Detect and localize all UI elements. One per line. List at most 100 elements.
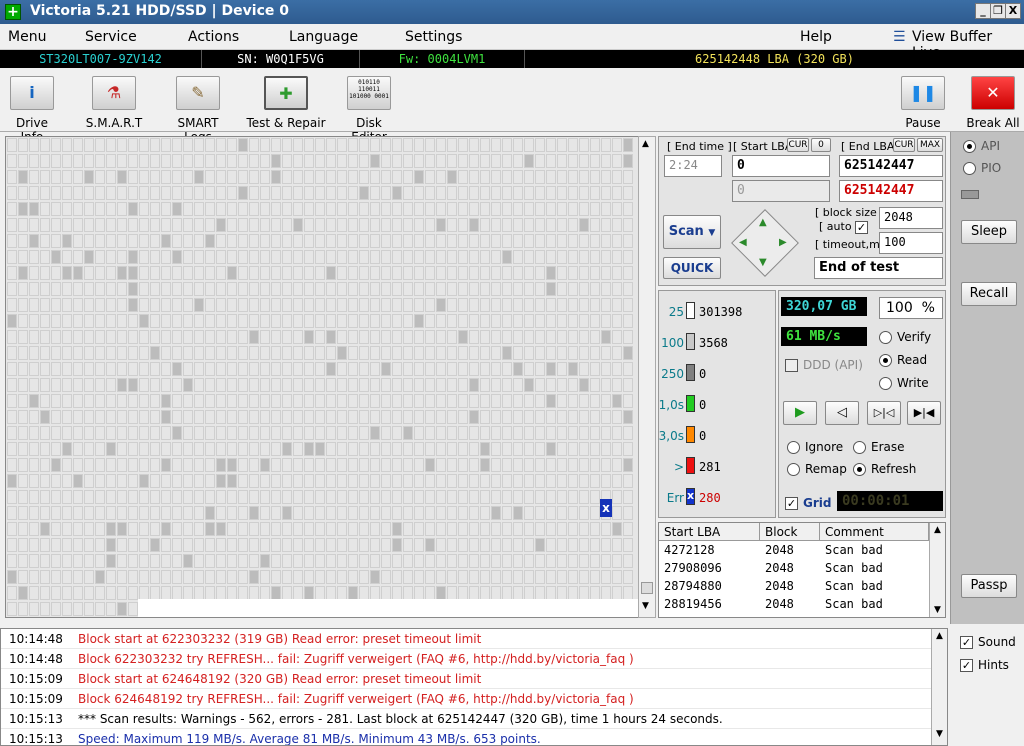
read-radio[interactable] xyxy=(879,354,892,367)
drive-info-button[interactable]: i Drive Info xyxy=(4,76,60,144)
menu-item-language[interactable]: Language xyxy=(289,29,358,45)
sound-checkbox[interactable]: ✓ xyxy=(960,636,973,649)
scan-block xyxy=(293,330,303,344)
verify-radio[interactable] xyxy=(879,331,892,344)
scan-block xyxy=(458,218,468,232)
break-all-button[interactable]: ✕ Break All xyxy=(966,76,1020,130)
end-cur-button[interactable]: CUR xyxy=(893,138,915,152)
scan-block xyxy=(194,282,204,296)
scan-block xyxy=(62,410,72,424)
end-lba-field[interactable]: 625142447 xyxy=(839,155,943,177)
to-end-button[interactable]: ▶|◀ xyxy=(907,401,941,425)
scan-block xyxy=(359,522,369,536)
table-row[interactable]: 27908096 2048 Scan bad xyxy=(659,559,929,577)
scan-block xyxy=(172,586,182,600)
scan-block xyxy=(194,394,204,408)
scan-block xyxy=(271,378,281,392)
pause-button[interactable]: ❚❚ Pause xyxy=(900,76,946,130)
col-header-comment[interactable]: Comment xyxy=(820,523,929,541)
play-button[interactable]: ▶ xyxy=(783,401,817,425)
ignore-radio[interactable] xyxy=(787,441,800,454)
test-repair-label: Test & Repair xyxy=(246,116,326,130)
menu-item-settings[interactable]: Settings xyxy=(405,29,462,45)
scan-block xyxy=(18,602,28,616)
test-repair-button[interactable]: ✚ Test & Repair xyxy=(246,76,326,130)
scan-block xyxy=(359,154,369,168)
log-scrollbar[interactable]: ▲ ▼ xyxy=(931,629,947,745)
start-zero-button[interactable]: 0 xyxy=(811,138,831,152)
scan-block xyxy=(480,154,490,168)
menu-item-actions[interactable]: Actions xyxy=(188,29,239,45)
menu-item-menu[interactable]: Menu xyxy=(8,29,46,45)
col-header-start-lba[interactable]: Start LBA xyxy=(659,523,760,541)
erase-radio[interactable] xyxy=(853,441,866,454)
scan-block xyxy=(128,218,138,232)
sleep-button[interactable]: Sleep xyxy=(961,220,1017,244)
table-scrollbar[interactable]: ▲ ▼ xyxy=(929,523,945,617)
scan-block xyxy=(524,538,534,552)
end-time-field[interactable]: 2:24 xyxy=(664,155,722,177)
table-row[interactable]: 28794880 2048 Scan bad xyxy=(659,577,929,595)
scan-block xyxy=(491,218,501,232)
pio-radio[interactable] xyxy=(963,162,976,175)
scan-block xyxy=(282,186,292,200)
table-row[interactable]: 4272128 2048 Scan bad xyxy=(659,541,929,559)
quick-button[interactable]: QUICK xyxy=(663,257,721,279)
scan-block xyxy=(216,474,226,488)
scan-block xyxy=(238,474,248,488)
ddd-checkbox[interactable] xyxy=(785,359,798,372)
smart-button[interactable]: ⚗ S.M.A.R.T xyxy=(84,76,144,130)
scan-block xyxy=(524,570,534,584)
end-max-button[interactable]: MAX xyxy=(917,138,943,152)
log-scroll-up-icon[interactable]: ▲ xyxy=(936,631,943,641)
grid-checkbox[interactable]: ✓ xyxy=(785,497,798,510)
scan-block xyxy=(568,330,578,344)
close-window-button[interactable]: X xyxy=(1005,3,1021,19)
disk-editor-button[interactable]: 010110 110011 101000 0001 Disk Editor xyxy=(338,76,400,144)
scan-button[interactable]: Scan ▼ xyxy=(663,215,721,249)
scan-block xyxy=(348,202,358,216)
scroll-thumb[interactable] xyxy=(641,582,653,594)
scan-block xyxy=(469,346,479,360)
smart-logs-button[interactable]: ✎ SMART Logs xyxy=(162,76,234,144)
end-action-select[interactable]: End of test xyxy=(814,257,943,279)
passp-button[interactable]: Passp xyxy=(961,574,1017,598)
nav-left-icon[interactable]: ◀ xyxy=(739,237,747,248)
start-cur-button[interactable]: CUR xyxy=(787,138,809,152)
start-lba-field[interactable]: 0 xyxy=(732,155,830,177)
refresh-radio[interactable] xyxy=(853,463,866,476)
maximize-button[interactable]: ❐ xyxy=(990,3,1006,19)
nav-down-icon[interactable]: ▼ xyxy=(759,257,767,268)
scan-block xyxy=(271,346,281,360)
nav-up-icon[interactable]: ▲ xyxy=(759,217,767,228)
auto-checkbox[interactable]: ✓ xyxy=(855,221,868,234)
recall-button[interactable]: Recall xyxy=(961,282,1017,306)
block-size-select[interactable]: 2048 xyxy=(879,207,943,229)
timeout-select[interactable]: 100 xyxy=(879,232,943,254)
table-row[interactable]: 28819456 2048 Scan bad xyxy=(659,595,929,613)
scan-block xyxy=(612,154,622,168)
scroll-up-icon[interactable]: ▲ xyxy=(642,139,649,149)
scan-block xyxy=(7,538,17,552)
nav-right-icon[interactable]: ▶ xyxy=(779,237,787,248)
menu-item-help[interactable]: Help xyxy=(800,29,832,45)
scan-block xyxy=(601,218,611,232)
table-scroll-up-icon[interactable]: ▲ xyxy=(934,525,941,535)
menu-item-service[interactable]: Service xyxy=(85,29,137,45)
reverse-button[interactable]: ◁ xyxy=(825,401,859,425)
write-radio[interactable] xyxy=(879,377,892,390)
hints-checkbox[interactable]: ✓ xyxy=(960,659,973,672)
remap-radio[interactable] xyxy=(787,463,800,476)
scan-block xyxy=(238,234,248,248)
scroll-down-icon[interactable]: ▼ xyxy=(642,601,649,611)
api-radio[interactable] xyxy=(963,140,976,153)
col-header-block[interactable]: Block xyxy=(760,523,820,541)
scan-block xyxy=(458,346,468,360)
log-scroll-down-icon[interactable]: ▼ xyxy=(936,729,943,739)
table-scroll-down-icon[interactable]: ▼ xyxy=(934,605,941,615)
scan-block xyxy=(73,554,83,568)
scan-block xyxy=(293,298,303,312)
scan-block xyxy=(579,362,589,376)
minimize-button[interactable]: _ xyxy=(975,3,991,19)
jump-button[interactable]: ▷|◁ xyxy=(867,401,901,425)
